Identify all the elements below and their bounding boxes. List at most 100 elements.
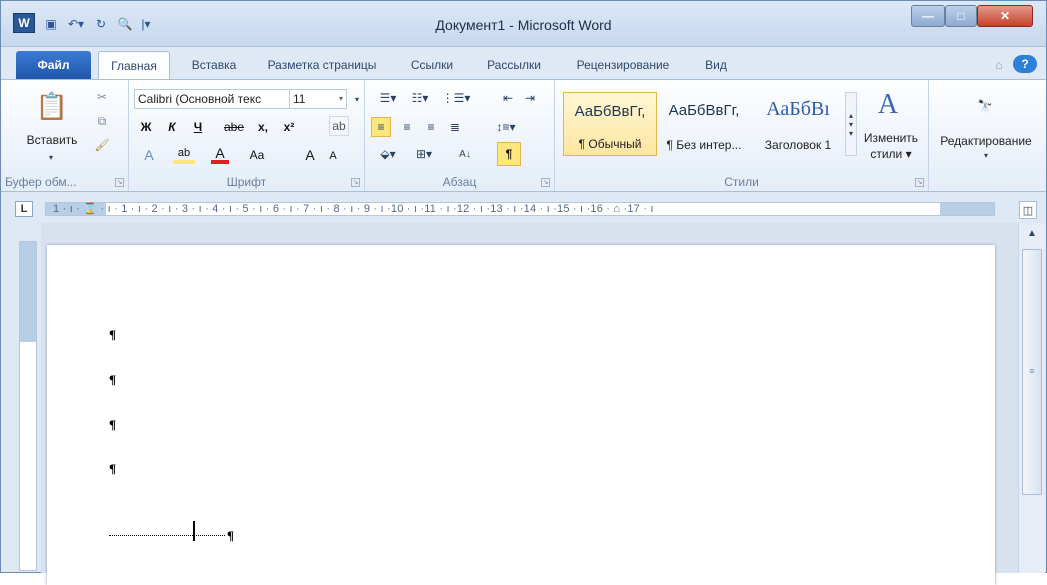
find-icon[interactable]: 🔭 [973,94,997,118]
style-name: Заголовок 1 [764,138,832,152]
numbering-icon[interactable]: ☷▾ [405,89,435,107]
vertical-scrollbar[interactable]: ▲ ≡ [1018,223,1045,573]
tab-insert[interactable]: Вставка [179,51,249,79]
ruler-scale: 1 · ı · ⌛ · ı · 1 · ı · 2 · ı · 3 · ı · … [53,203,654,215]
word-window: W ▣ ↶▾ ↻ 🔍 |▾ Документ1 - Microsoft Word… [0,0,1047,585]
style-sample: АаБбВвГг, [668,102,740,119]
window-title: Документ1 - Microsoft Word [435,17,612,33]
shading-icon[interactable]: ⬙▾ [373,144,403,164]
scroll-up-icon[interactable]: ▲ [1023,225,1041,241]
style-no-spacing[interactable]: АаБбВвГг, ¶ Без интер... [657,92,751,156]
maximize-button[interactable]: □ [945,5,977,27]
font-size-value: 11 [293,92,306,106]
clear-formatting-icon[interactable]: ab [329,116,349,136]
paragraph-mark[interactable]: ¶ [109,461,116,477]
change-styles-icon[interactable]: A [873,89,903,120]
paragraph-group: ☰▾ ☷▾ ⋮☰▾ ⇤ ⇥ ≡ ≡ ≡ ≣ ↕≡▾ ⬙▾ ⊞▾ A↓ ¶ Абз… [365,80,555,191]
line-spacing-icon[interactable]: ↕≡▾ [491,117,521,137]
align-right-icon[interactable]: ≡ [421,117,441,137]
dialog-launcher-icon[interactable]: ↘ [915,178,924,187]
font-color-icon[interactable]: A [211,145,229,164]
increase-indent-icon[interactable]: ⇥ [521,89,539,107]
bullets-icon[interactable]: ☰▾ [373,89,403,107]
dialog-launcher-icon[interactable]: ↘ [351,178,360,187]
shrink-font-button[interactable]: A [325,148,341,164]
document-area: ¶ ¶ ¶ ¶ ¶ [41,223,1021,585]
align-left-icon[interactable]: ≡ [371,117,391,137]
style-sample: АаБбВвГг, [574,103,646,120]
superscript-button[interactable]: x² [279,118,299,136]
style-heading-1[interactable]: АаБбВı Заголовок 1 [751,92,845,156]
paste-button[interactable]: Вставить [17,130,87,150]
group-label-styles: Стили [724,175,759,189]
tab-view[interactable]: Вид [695,51,737,79]
style-sample: АаБбВı [766,98,830,120]
horizontal-ruler[interactable]: L 1 · ı · ⌛ · ı · 1 · ı · 2 · ı · 3 · ı … [1,193,1046,223]
align-center-icon[interactable]: ≡ [397,117,417,137]
tab-review[interactable]: Рецензирование [561,51,685,79]
paragraph-mark[interactable]: ¶ [109,327,116,343]
change-styles-label-2[interactable]: стили ▾ [859,146,923,162]
group-label-clipboard: Буфер обм... [5,175,77,189]
help-icon[interactable]: ? [1013,55,1037,73]
multilevel-list-icon[interactable]: ⋮☰▾ [439,89,473,107]
tab-references[interactable]: Ссылки [399,51,465,79]
text-cursor [193,521,195,541]
styles-scroll[interactable]: ▴ ▾ ▾ [845,92,857,156]
justify-icon[interactable]: ≣ [445,117,465,137]
font-group: Calibri (Основной текс 11 ▾ ▾ Ж К Ч abe x… [129,80,365,191]
change-case-button[interactable]: Aa [243,146,271,164]
editing-button[interactable]: Редактирование [931,132,1041,150]
paragraph-mark[interactable]: ¶ [227,528,234,544]
dialog-launcher-icon[interactable]: ↘ [115,178,124,187]
subscript-button[interactable]: x, [253,118,273,136]
minimize-button[interactable]: — [911,5,945,27]
clipboard-group: 📋 Вставить ▾ ✂ ⧉ 🖌 Буфер обм... ↘ [1,80,129,191]
ruler-right-margin [940,203,994,215]
style-name: ¶ Без интер... [666,138,742,152]
decrease-indent-icon[interactable]: ⇤ [499,89,517,107]
paste-icon[interactable]: 📋 [36,88,68,124]
minimize-ribbon-icon[interactable]: ⌂ [989,51,1009,79]
grip-icon: ≡ [1029,366,1035,376]
underline-button[interactable]: Ч [189,118,207,136]
document-page[interactable]: ¶ ¶ ¶ ¶ ¶ [47,245,995,585]
chevron-down-icon[interactable]: ▾ [45,152,57,162]
highlight-color-icon[interactable]: ab [173,146,195,164]
tab-page-layout[interactable]: Разметка страницы [253,51,391,79]
group-label-font: Шрифт [226,175,267,189]
paragraph-mark[interactable]: ¶ [109,417,116,433]
text-effects-icon[interactable]: A [139,146,159,164]
editing-group: 🔭 Редактирование ▾ [929,80,1045,191]
italic-button[interactable]: К [163,118,181,136]
paragraph-mark[interactable]: ¶ [109,372,116,388]
view-ruler-icon[interactable]: ◫ [1019,201,1037,219]
dialog-launcher-icon[interactable]: ↘ [541,178,550,187]
tab-file[interactable]: Файл [16,51,91,79]
change-styles-label[interactable]: Изменить [859,130,923,146]
tab-selector[interactable]: L [15,201,33,217]
borders-icon[interactable]: ⊞▾ [409,144,439,164]
chevron-down-icon[interactable]: ▾ [981,150,991,160]
font-size-combo[interactable]: 11 ▾ [289,89,347,109]
bold-button[interactable]: Ж [137,118,155,136]
font-name-value: Calibri (Основной текс [138,92,262,106]
copy-icon[interactable]: ⧉ [93,112,111,130]
tab-home[interactable]: Главная [98,51,170,79]
grow-font-button[interactable]: A [301,146,319,164]
group-label-paragraph: Абзац [442,175,477,189]
tab-mailings[interactable]: Рассылки [475,51,553,79]
vertical-ruler[interactable] [19,241,37,571]
cut-icon[interactable]: ✂ [93,88,111,106]
close-button[interactable]: ✕ [977,5,1033,27]
sort-button[interactable]: A↓ [455,144,475,164]
chevron-down-icon: ▾ [338,94,343,103]
styles-group: АаБбВвГг, ¶ Обычный АаБбВвГг, ¶ Без инте… [555,80,929,191]
font-name-combo[interactable]: Calibri (Основной текс [134,89,294,109]
show-formatting-button[interactable]: ¶ [497,142,521,166]
format-painter-icon[interactable]: 🖌 [93,136,111,154]
scroll-thumb[interactable]: ≡ [1022,249,1042,495]
strikethrough-button[interactable]: abe [221,118,247,136]
style-normal[interactable]: АаБбВвГг, ¶ Обычный [563,92,657,156]
chevron-down-icon[interactable]: ▾ [351,92,363,106]
